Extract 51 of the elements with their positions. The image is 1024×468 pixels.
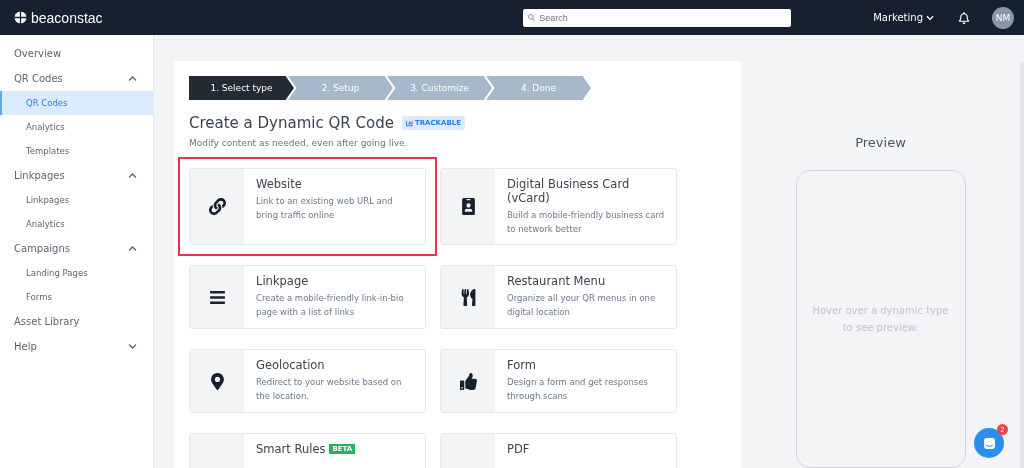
type-description: Link to an existing web URL and bring traffic online <box>256 195 394 222</box>
map-pin-icon <box>208 372 226 390</box>
type-title: Restaurant Menu <box>507 274 606 288</box>
sidebar-section[interactable]: Campaigns <box>0 236 153 261</box>
sidebar-section[interactable]: QR Codes <box>0 66 153 91</box>
fork-knife-icon <box>459 288 477 306</box>
sidebar-item[interactable]: Analytics <box>0 115 153 139</box>
search-icon <box>528 13 536 21</box>
type-title: Digital Business Card (vCard) <box>507 177 631 205</box>
sidebar-section[interactable]: Overview <box>0 41 153 66</box>
sidebar-item[interactable]: Linkpages <box>0 188 153 212</box>
logo[interactable]: beaconstac <box>14 9 103 26</box>
type-title: Geolocation <box>256 358 325 372</box>
step-tab[interactable]: 1. Select type <box>189 76 294 100</box>
type-description: Organize all your QR menus in one digital location <box>507 292 657 319</box>
qr-type-card[interactable]: Form Design a form and get responses through scans <box>440 349 677 413</box>
qr-type-card[interactable]: Linkpage Create a mobile-friendly link-in-bio page with a list of links <box>189 265 426 329</box>
qr-type-card[interactable]: PDF <box>440 433 677 468</box>
qr-type-card[interactable]: Restaurant Menu Organize all your QR menus in one digital location <box>440 265 677 329</box>
type-description: Redirect to your website based on the location. <box>256 376 403 403</box>
qr-type-card[interactable]: Website Link to an existing web URL and bring traffic online <box>189 168 426 245</box>
type-title: Form <box>507 358 536 372</box>
type-title: Linkpage <box>256 274 309 288</box>
subtitle: Modify content as needed, even after going live. <box>189 138 409 148</box>
page-title: Create a Dynamic QR Code <box>189 114 394 132</box>
sidebar-item[interactable]: Analytics <box>0 212 153 236</box>
menu-lines-icon <box>208 288 226 306</box>
search-field[interactable]: Search <box>523 8 792 27</box>
sidebar-item[interactable]: QR Codes <box>0 91 153 115</box>
type-title: Smart Rules <box>256 442 326 456</box>
bell-icon[interactable] <box>958 11 970 24</box>
qr-type-card[interactable]: Geolocation Redirect to your website based on the location. <box>189 349 426 413</box>
link-icon <box>208 198 226 215</box>
sidebar-section[interactable]: Asset Library <box>0 309 153 334</box>
type-description: Build a mobile-friendly business card to network better <box>507 209 666 236</box>
sidebar-section[interactable]: Help <box>0 334 153 359</box>
sidebar-section[interactable]: Linkpages <box>0 163 153 188</box>
type-description: Create a mobile-friendly link-in-bio page with a list of links <box>256 292 405 319</box>
type-title: PDF <box>507 442 530 456</box>
sidebar-item[interactable]: Forms <box>0 285 153 309</box>
qr-type-card[interactable]: Digital Business Card (vCard) Build a mobile-friendly business card to network better <box>440 168 677 245</box>
chevron-down-icon <box>926 13 934 22</box>
type-description: Design a form and get responses through scans <box>507 376 649 403</box>
type-title: Website <box>256 177 302 191</box>
preview-title: Preview <box>855 135 906 150</box>
id-badge-icon <box>459 198 477 215</box>
sidebar-item[interactable]: Templates <box>0 139 153 163</box>
workspace-dropdown[interactable]: Marketing <box>873 12 934 23</box>
thumbs-up-icon <box>459 372 477 390</box>
sidebar-item[interactable]: Landing Pages <box>0 261 153 285</box>
chat-icon <box>982 436 996 450</box>
